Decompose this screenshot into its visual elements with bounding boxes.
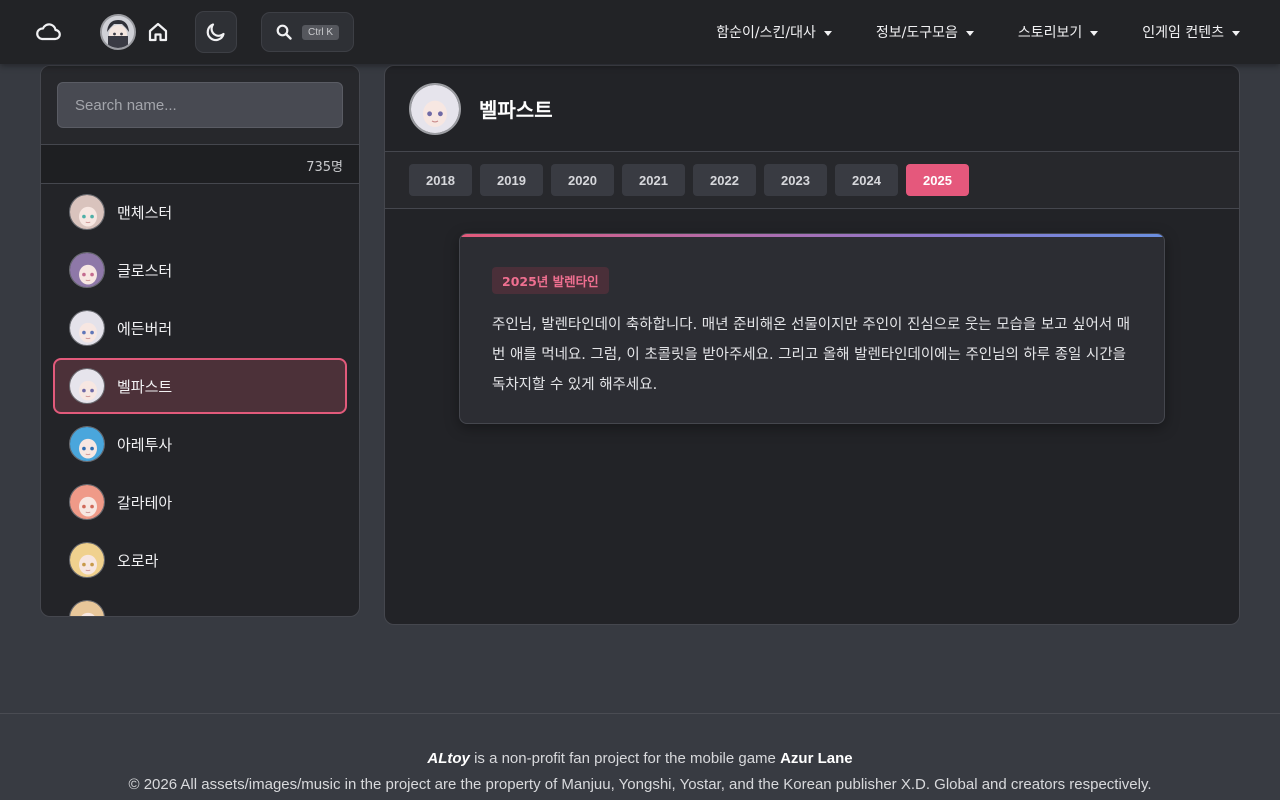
character-avatar-icon (70, 369, 104, 403)
ship-list-item[interactable]: 벨파스트 (53, 358, 347, 414)
ship-name: 갈라테아 (117, 493, 173, 512)
voice-line-text: 주인님, 발렌타인데이 축하합니다. 매년 준비해온 선물이지만 주인이 진심으… (492, 317, 1131, 393)
nav-menu: 함순이/스킨/대사 정보/도구모음 스토리보기 인게임 컨텐츠 (672, 0, 1240, 64)
ship-list-item[interactable]: 아레투사 (53, 416, 347, 472)
year-tab-2019[interactable]: 2019 (480, 164, 543, 196)
ship-header: 벨파스트 (385, 66, 1239, 152)
character-avatar-icon (70, 543, 104, 577)
nav-menu-ships[interactable]: 함순이/스킨/대사 (716, 22, 832, 42)
footer-text: is a non-profit fan project for the mobi… (469, 750, 781, 767)
moon-icon (206, 23, 225, 42)
ship-name: 아레투사 (117, 435, 173, 454)
year-tab-2021[interactable]: 2021 (622, 164, 685, 196)
year-tab-2020[interactable]: 2020 (551, 164, 614, 196)
ship-list[interactable]: 맨체스터글로스터에든버러벨파스트아레투사갈라테아오로라 (41, 185, 359, 616)
ship-avatar (69, 368, 105, 404)
ship-list-item-partial[interactable] (53, 590, 347, 616)
year-tab-2023[interactable]: 2023 (764, 164, 827, 196)
event-badge: 2025년 발렌타인 (492, 267, 609, 294)
ship-name: 에든버러 (117, 319, 173, 338)
footer-copyright: © 2026 All assets/images/music in the pr… (128, 776, 1152, 793)
ship-avatar (69, 600, 105, 616)
ship-list-item[interactable]: 갈라테아 (53, 474, 347, 530)
year-tab-2024[interactable]: 2024 (835, 164, 898, 196)
character-avatar-icon (70, 195, 104, 229)
ship-count: 735명 (41, 145, 359, 184)
global-search-button[interactable]: Ctrl K (261, 12, 354, 52)
page-title: 벨파스트 (479, 98, 553, 122)
nav-menu-label: 함순이/스킨/대사 (716, 25, 816, 41)
character-avatar-icon (70, 427, 104, 461)
ship-list-item[interactable]: 글로스터 (53, 242, 347, 298)
caret-down-icon (1090, 30, 1099, 36)
footer-brand: ALtoy (427, 750, 470, 767)
ship-name: 글로스터 (117, 261, 173, 280)
year-tab-2025[interactable]: 2025 (906, 164, 969, 196)
character-avatar-icon (411, 84, 459, 133)
profile-avatar-button[interactable] (100, 14, 136, 50)
character-avatar-icon (70, 601, 104, 616)
ship-name: 오로라 (117, 551, 159, 570)
sidebar-search-area (41, 66, 359, 145)
caret-down-icon (965, 30, 974, 36)
ship-list-item[interactable]: 에든버러 (53, 300, 347, 356)
nav-menu-label: 정보/도구모음 (875, 25, 958, 41)
year-tabs: 2018 2019 2020 2021 2022 2023 2024 2025 (385, 152, 1239, 209)
ship-count-label: 735명 (306, 160, 343, 175)
ship-list-item[interactable]: 오로라 (53, 532, 347, 588)
site-footer: ALtoy is a non-profit fan project for th… (0, 713, 1280, 800)
search-icon (276, 24, 292, 40)
year-tab-2018[interactable]: 2018 (409, 164, 472, 196)
home-icon (148, 22, 168, 42)
ship-avatar (69, 310, 105, 346)
ship-list-item[interactable]: 맨체스터 (53, 185, 347, 240)
nav-menu-story[interactable]: 스토리보기 (1017, 22, 1099, 42)
avatar (102, 16, 134, 48)
nav-menu-tools[interactable]: 정보/도구모음 (876, 22, 974, 42)
cloud-icon (36, 23, 61, 41)
ship-name: 벨파스트 (117, 377, 173, 396)
footer-line-1: ALtoy is a non-profit fan project for th… (0, 750, 1280, 767)
nav-menu-label: 인게임 컨텐츠 (1142, 25, 1224, 41)
search-shortcut-hint: Ctrl K (302, 24, 339, 40)
cloud-button[interactable] (34, 18, 62, 46)
ship-search-input[interactable] (57, 82, 343, 128)
ship-avatar (69, 426, 105, 462)
ship-detail-panel: 벨파스트 2018 2019 2020 2021 2022 2023 2024 2025 20… (384, 65, 1240, 625)
card-accent-stripe (460, 234, 1164, 237)
ship-avatar (69, 484, 105, 520)
home-button[interactable] (144, 18, 172, 46)
theme-toggle-button[interactable] (195, 11, 237, 53)
character-avatar-icon (70, 485, 104, 519)
ship-avatar (69, 252, 105, 288)
nav-menu-ingame[interactable]: 인게임 컨텐츠 (1142, 22, 1240, 42)
nav-menu-label: 스토리보기 (1017, 25, 1083, 41)
ship-sidebar: 735명 맨체스터글로스터에든버러벨파스트아레투사갈라테아오로라 (40, 65, 360, 617)
year-tab-2022[interactable]: 2022 (693, 164, 756, 196)
character-avatar-icon (70, 253, 104, 287)
caret-down-icon (823, 30, 832, 36)
voice-line-card: 2025년 발렌타인 주인님, 발렌타인데이 축하합니다. 매년 준비해온 선물… (459, 233, 1165, 424)
ship-avatar (69, 194, 105, 230)
ship-portrait (409, 82, 461, 135)
caret-down-icon (1232, 30, 1240, 36)
character-avatar-icon (70, 311, 104, 345)
ship-name: 맨체스터 (117, 203, 173, 222)
footer-game-name: Azur Lane (780, 750, 853, 767)
top-navbar: Ctrl K 함순이/스킨/대사 정보/도구모음 스토리보기 인게임 컨텐츠 (0, 0, 1280, 64)
ship-avatar (69, 542, 105, 578)
